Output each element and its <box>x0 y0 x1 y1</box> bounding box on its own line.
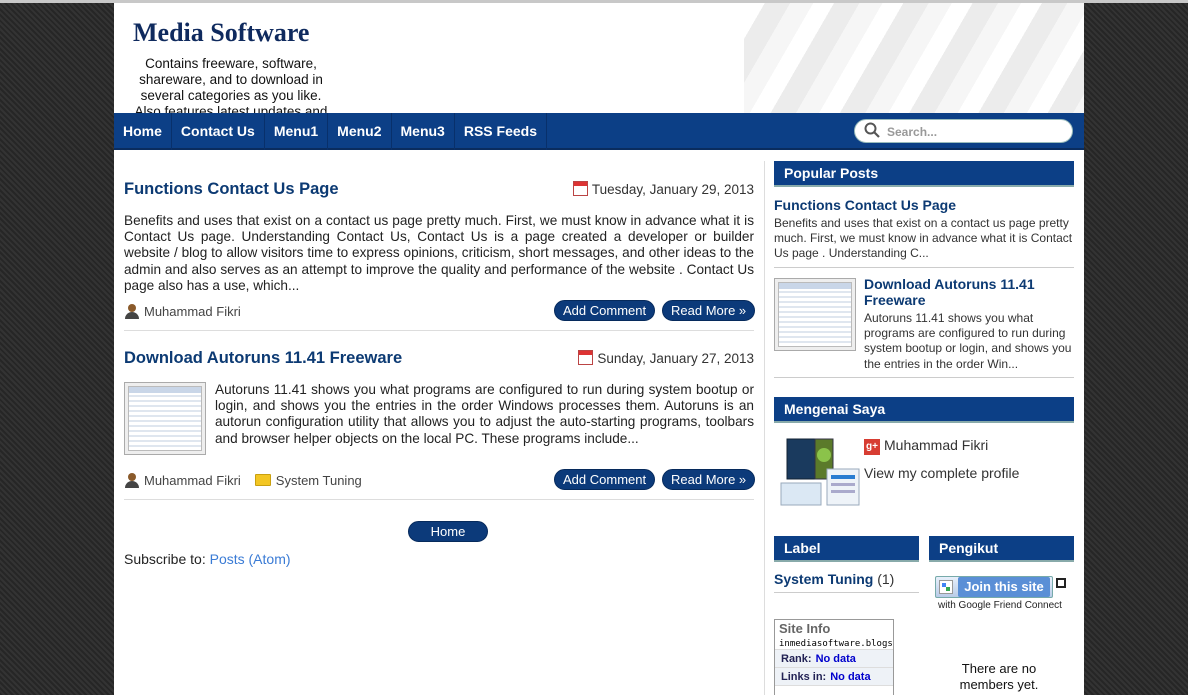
view-profile-link[interactable]: View my complete profile <box>864 465 1019 481</box>
subscribe-atom-link[interactable]: Posts (Atom) <box>210 551 291 567</box>
post-meta: Muhammad Fikri System Tuning <box>124 473 362 488</box>
blog-description: Contains freeware, software, shareware, … <box>134 56 328 113</box>
join-label: Join this site <box>958 577 1050 597</box>
screenshot-thumbnail-image <box>128 386 202 451</box>
site-info-title: Site Info <box>775 620 893 638</box>
calendar-icon <box>572 181 588 196</box>
post-thumbnail[interactable] <box>124 382 206 455</box>
post-author-name: Muhammad Fikri <box>144 304 241 319</box>
site-info-links: Links in: No data <box>775 668 893 686</box>
search-icon <box>864 122 880 138</box>
label-count: (1) <box>877 571 895 587</box>
user-icon <box>124 304 139 319</box>
site-info-widget[interactable]: Site Info inmediasoftware.blogs... Rank:… <box>774 619 894 695</box>
search-input[interactable] <box>887 123 1062 141</box>
main-nav: Home Contact Us Menu1 Menu2 Menu3 RSS Fe… <box>114 113 1084 150</box>
divider <box>774 267 1074 268</box>
rank-value: No data <box>815 653 856 665</box>
rank-label: Rank: <box>781 653 812 665</box>
add-comment-button[interactable]: Add Comment <box>554 469 656 490</box>
popular-posts-title: Popular Posts <box>774 161 1074 187</box>
post-date-text: Tuesday, January 29, 2013 <box>591 182 754 197</box>
divider <box>774 377 1074 378</box>
nav-item-home[interactable]: Home <box>114 113 172 150</box>
home-page-button[interactable]: Home <box>408 521 488 542</box>
post-date-text: Sunday, January 27, 2013 <box>597 351 754 366</box>
google-plus-icon: g+ <box>864 439 880 455</box>
post-title[interactable]: Download Autoruns 11.41 Freeware <box>124 349 402 368</box>
profile-name-row[interactable]: g+ Muhammad Fikri <box>864 437 988 455</box>
folder-icon <box>254 474 271 486</box>
header-decoration <box>744 3 1084 113</box>
post-label-link[interactable]: System Tuning <box>276 473 362 488</box>
post-date: Sunday, January 27, 2013 <box>578 350 754 366</box>
popular-post-title[interactable]: Functions Contact Us Page <box>774 197 1074 213</box>
nav-item-rss-feeds[interactable]: RSS Feeds <box>455 113 547 150</box>
post-author[interactable]: Muhammad Fikri <box>124 304 241 319</box>
popular-post-title[interactable]: Download Autoruns 11.41 Freeware <box>864 276 1074 308</box>
search-box[interactable] <box>854 119 1073 143</box>
nav-item-contact-us[interactable]: Contact Us <box>172 113 265 150</box>
user-icon <box>124 473 139 488</box>
divider <box>774 592 919 593</box>
post-snippet: Autoruns 11.41 shows you what programs a… <box>215 382 754 446</box>
post-item: Download Autoruns 11.41 Freeware Sunday,… <box>124 349 756 500</box>
post-title[interactable]: Functions Contact Us Page <box>124 180 339 199</box>
blog-header: Media Software Contains freeware, softwa… <box>114 3 1084 113</box>
column-divider <box>764 161 765 695</box>
subscribe-label: Subscribe to: <box>124 551 210 567</box>
popular-post-thumbnail[interactable] <box>774 278 856 351</box>
popout-icon[interactable] <box>1056 578 1066 588</box>
nav-item-menu3[interactable]: Menu3 <box>392 113 455 150</box>
gfc-caption: with Google Friend Connect <box>938 600 1062 611</box>
post-author-name[interactable]: Muhammad Fikri <box>144 473 241 488</box>
blog-page: Media Software Contains freeware, softwa… <box>114 3 1084 695</box>
read-more-button[interactable]: Read More » <box>662 300 756 321</box>
add-comment-button[interactable]: Add Comment <box>554 300 656 321</box>
site-info-rank: Rank: No data <box>775 650 893 668</box>
join-this-site-button[interactable]: Join this site <box>935 576 1053 598</box>
label-name: System Tuning <box>774 571 874 587</box>
no-members-text: There are no members yet. <box>959 661 1039 692</box>
post-date: Tuesday, January 29, 2013 <box>572 181 754 197</box>
profile-image[interactable] <box>779 433 861 511</box>
post-snippet: Benefits and uses that exist on a contac… <box>124 213 754 293</box>
calendar-icon <box>578 350 594 365</box>
popular-post-snippet: Benefits and uses that exist on a contac… <box>774 216 1073 261</box>
about-me-title: Mengenai Saya <box>774 397 1074 423</box>
post-item: Functions Contact Us Page Tuesday, Janua… <box>124 180 756 331</box>
links-label: Links in: <box>781 671 827 683</box>
site-info-url: inmediasoftware.blogs... <box>775 638 893 650</box>
read-more-button[interactable]: Read More » <box>662 469 756 490</box>
label-widget-title: Label <box>774 536 919 562</box>
profile-name: Muhammad Fikri <box>884 437 989 453</box>
label-link-system-tuning[interactable]: System Tuning (1) <box>774 571 894 587</box>
popular-post-snippet: Autoruns 11.41 shows you what programs a… <box>864 311 1072 371</box>
links-value: No data <box>830 671 871 683</box>
nav-item-menu2[interactable]: Menu2 <box>328 113 392 150</box>
nav-item-menu1[interactable]: Menu1 <box>265 113 329 150</box>
google-icon <box>939 580 953 594</box>
screenshot-thumbnail-image <box>778 282 852 347</box>
blog-title[interactable]: Media Software <box>133 18 309 48</box>
subscribe-line: Subscribe to: Posts (Atom) <box>124 551 291 567</box>
followers-title: Pengikut <box>929 536 1074 562</box>
